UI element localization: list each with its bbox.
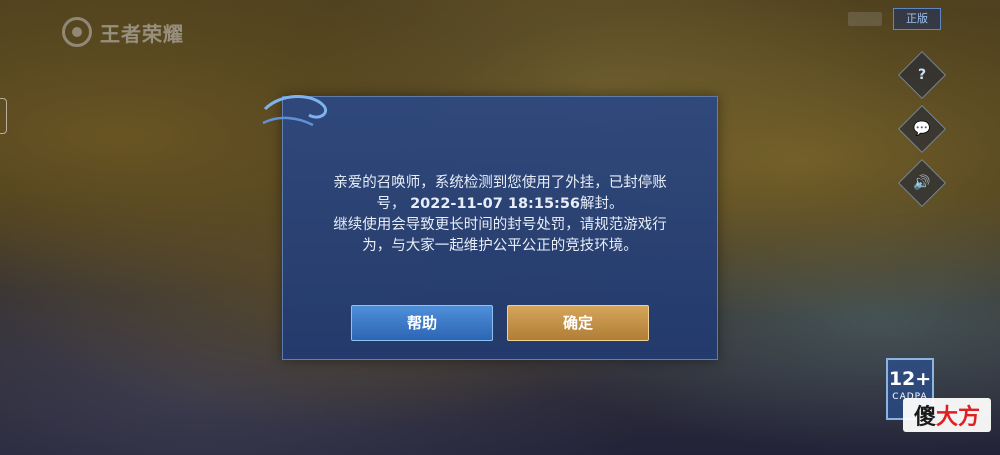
top-right-indicator <box>848 12 882 26</box>
watermark-part2: 大方 <box>936 405 981 430</box>
left-side-tab[interactable] <box>0 98 7 134</box>
unban-time: 2022-11-07 18:15:56 <box>410 196 581 212</box>
top-right-button[interactable]: 正版 <box>893 8 941 30</box>
ban-message-line2-prefix: 号， <box>376 196 406 212</box>
watermark: 傻大方 <box>903 398 991 432</box>
dialog-ornament-icon <box>262 94 328 127</box>
ban-message-line3: 继续使用会导致更长时间的封号处罚，请规范游戏行 <box>333 217 667 233</box>
ban-message: 亲爱的召唤师，系统检测到您使用了外挂，已封停账 号， 2022-11-07 18… <box>293 173 707 257</box>
ban-message-line4: 为，与大家一起维护公平公正的竞技环境。 <box>362 238 638 254</box>
ban-message-line1: 亲爱的召唤师，系统检测到您使用了外挂，已封停账 <box>333 175 667 191</box>
age-rating-value: 12+ <box>888 368 932 390</box>
help-button[interactable]: 帮助 <box>351 305 493 341</box>
logo-icon <box>62 17 92 47</box>
confirm-button[interactable]: 确定 <box>507 305 649 341</box>
ban-message-line2-suffix: 解封。 <box>580 196 624 212</box>
game-logo: 王者荣耀 <box>62 14 184 50</box>
ban-notice-dialog: 亲爱的召唤师，系统检测到您使用了外挂，已封停账 号， 2022-11-07 18… <box>262 94 718 360</box>
logo-text: 王者荣耀 <box>100 21 184 46</box>
watermark-part1: 傻 <box>913 405 936 430</box>
